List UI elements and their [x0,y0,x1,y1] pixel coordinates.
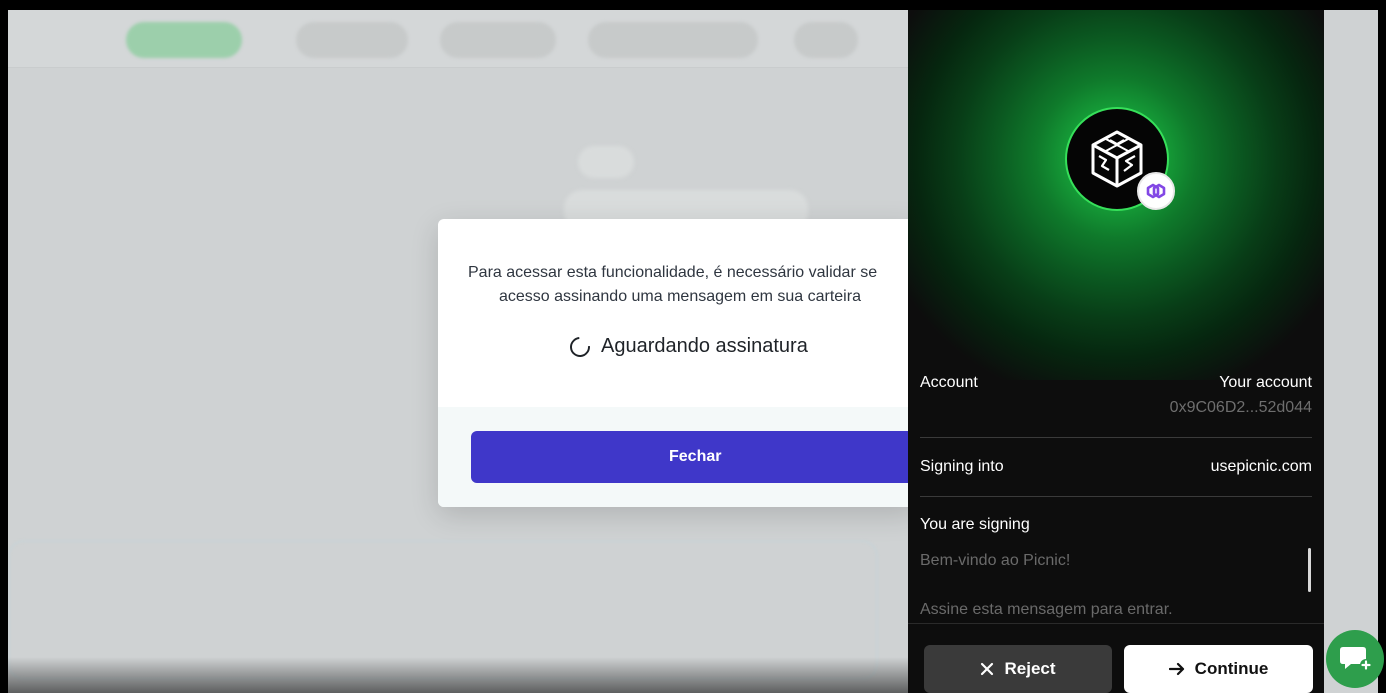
signing-message-line: Assine esta mensagem para entrar. [920,601,1173,618]
signing-into-label: Signing into [920,458,1004,475]
chat-support-button[interactable] [1326,630,1384,688]
cube-logo-icon [1091,130,1143,188]
polygon-chain-glyph [1146,183,1166,199]
loading-spinner-icon [565,332,595,361]
close-x-icon [980,662,994,676]
modal-message-line: acesso assinando uma mensagem em sua car… [499,288,861,305]
reject-button[interactable]: Reject [924,645,1112,693]
background-nav-pill [126,22,242,58]
divider [920,437,1312,438]
continue-button[interactable]: Continue [1124,645,1313,693]
arrow-right-icon [1168,662,1185,676]
account-address: 0x9C06D2...52d044 [1169,399,1312,416]
message-scrollbar[interactable] [1308,548,1311,592]
you-are-signing-label: You are signing [920,516,1030,533]
background-placeholder [578,146,634,178]
background-nav-pill [794,22,858,58]
background-nav-pill [296,22,408,58]
waiting-status-text: Aguardando assinatura [601,335,808,357]
modal-footer: Fechar [438,407,918,507]
signing-message-line: Bem-vindo ao Picnic! [920,552,1071,569]
modal-body: Para acessar esta funcionalidade, é nece… [438,219,918,407]
modal-message: Para acessar esta funcionalidade, é nece… [438,261,918,309]
waiting-status: Aguardando assinatura [438,332,918,361]
divider [920,496,1312,497]
continue-button-label: Continue [1194,659,1269,678]
close-button[interactable]: Fechar [471,431,918,483]
background-nav-pill [588,22,758,58]
background-right-strip [1324,10,1378,693]
reject-button-label: Reject [1004,659,1056,678]
polygon-chain-icon [1137,172,1175,210]
account-name: Your account [1219,374,1312,391]
wallet-panel: Account Your account 0x9C06D2...52d044 S… [908,10,1324,693]
signature-modal: Para acessar esta funcionalidade, é nece… [438,219,918,507]
modal-message-line: Para acessar esta funcionalidade, é nece… [468,264,878,281]
chat-support-icon [1340,647,1372,671]
background-nav-pill [440,22,556,58]
wallet-footer: Reject Continue [908,623,1324,693]
signing-into-domain: usepicnic.com [1210,458,1312,475]
account-label: Account [920,374,978,391]
